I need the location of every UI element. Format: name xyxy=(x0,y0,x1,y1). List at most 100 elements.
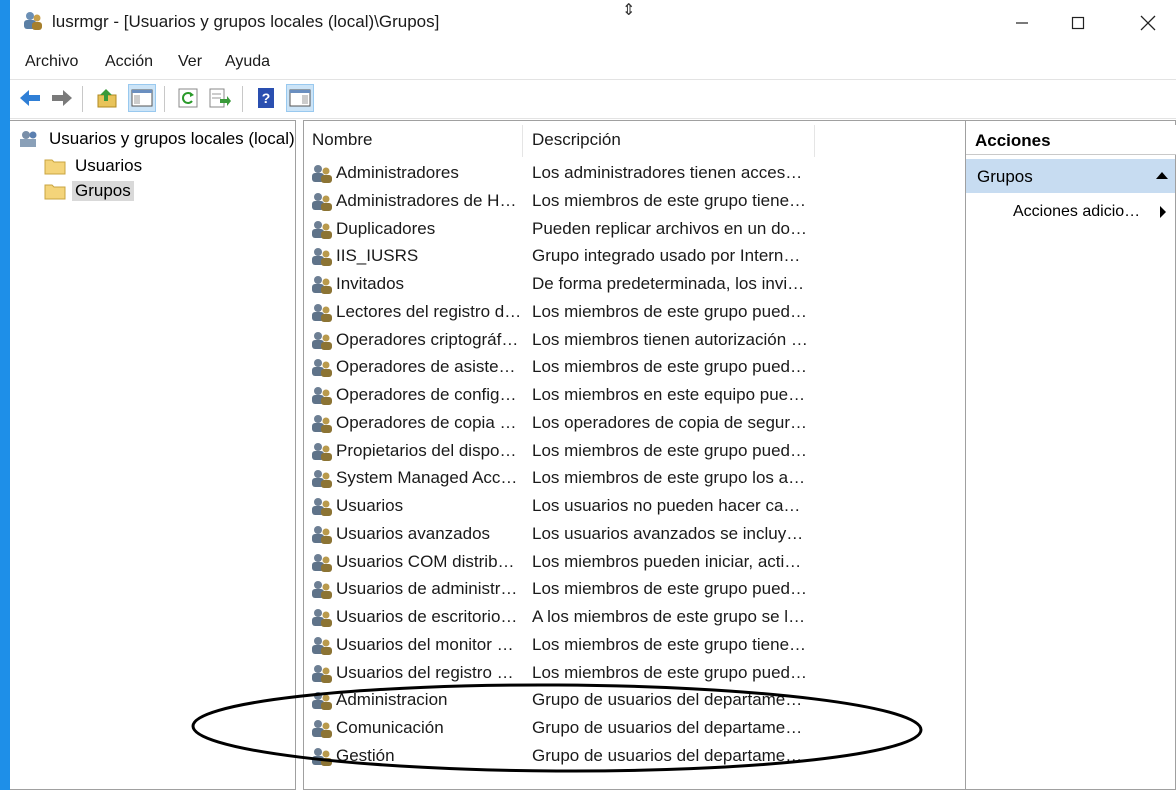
column-header-descripcion[interactable]: Descripción xyxy=(524,125,814,155)
group-row[interactable]: Operadores de copia d… Los operadores de … xyxy=(304,411,964,437)
group-name: IIS_IUSRS xyxy=(336,246,419,266)
group-icon xyxy=(312,525,332,544)
group-icon xyxy=(312,581,332,600)
group-icon xyxy=(312,498,332,516)
group-name: Administracion xyxy=(336,690,448,710)
column-separator[interactable] xyxy=(522,125,523,157)
group-row[interactable]: Administracion Grupo de usuarios del depa… xyxy=(304,688,964,714)
group-row[interactable]: Duplicadores Pueden replicar archivos en … xyxy=(304,217,964,243)
show-hide-tree-button[interactable] xyxy=(128,84,156,112)
maximize-button[interactable] xyxy=(1049,0,1107,46)
group-icon xyxy=(312,248,332,267)
group-row[interactable]: Propietarios del dispos… Los miembros de … xyxy=(304,439,964,465)
title-bar[interactable]: lusrmgr - [Usuarios y grupos locales (lo… xyxy=(10,0,1176,46)
group-name: Operadores de asisten… xyxy=(336,357,522,377)
group-row[interactable]: Usuarios Los usuarios no pueden hacer cam… xyxy=(304,494,964,520)
users-groups-icon xyxy=(20,131,37,147)
folder-icon xyxy=(44,184,66,200)
group-row[interactable]: Invitados De forma predeterminada, los in… xyxy=(304,272,964,298)
group-description: Los miembros tienen autorización … xyxy=(532,329,808,349)
group-name: Usuarios de escritorio … xyxy=(336,607,522,626)
group-row[interactable]: IIS_IUSRS Grupo integrado usado por Inter… xyxy=(304,244,964,270)
group-description: Los operadores de copia de seguri… xyxy=(532,412,808,432)
group-icon xyxy=(312,720,332,738)
submenu-arrow-icon xyxy=(1160,206,1166,218)
toolbar-separator xyxy=(242,86,243,112)
group-row[interactable]: Usuarios COM distribu… Los miembros puede… xyxy=(304,550,964,576)
group-description: Los miembros de este grupo pued… xyxy=(532,357,807,377)
group-description: Los administradores tienen acceso … xyxy=(532,163,808,182)
group-row[interactable]: Usuarios avanzados Los usuarios avanzados… xyxy=(304,522,964,548)
group-description: Los miembros pueden iniciar, activ… xyxy=(532,551,808,571)
group-row[interactable]: Usuarios de escritorio … A los miembros d… xyxy=(304,605,964,631)
toolbar: ? xyxy=(10,79,1176,119)
group-icon xyxy=(312,553,332,572)
group-row[interactable]: Operadores criptográfi… Los miembros tien… xyxy=(304,328,964,354)
minimize-button[interactable] xyxy=(993,0,1051,46)
resize-cursor-icon: ⇕ xyxy=(622,2,636,19)
group-icon xyxy=(312,664,332,683)
group-name: System Managed Acco… xyxy=(336,468,522,488)
column-separator[interactable] xyxy=(814,125,815,157)
group-name: Lectores del registro d… xyxy=(336,301,522,321)
group-name: Duplicadores xyxy=(336,218,436,238)
group-row[interactable]: Comunicación Grupo de usuarios del depart… xyxy=(304,716,964,742)
actions-pane: Acciones Grupos Acciones adicio… xyxy=(965,120,1176,790)
refresh-icon xyxy=(178,88,198,108)
group-row[interactable]: Operadores de config… Los miembros en est… xyxy=(304,383,964,409)
show-hide-action-pane-button[interactable] xyxy=(286,84,314,112)
group-icon xyxy=(312,303,332,322)
svg-text:?: ? xyxy=(262,90,271,106)
group-row[interactable]: Administradores Los administradores tiene… xyxy=(304,161,964,187)
tree-root-local-users-groups[interactable]: Usuarios y grupos locales (local) xyxy=(18,127,298,151)
group-description: Los usuarios no pueden hacer cam… xyxy=(532,496,808,515)
group-description: Los usuarios avanzados se incluye… xyxy=(532,523,808,543)
help-button[interactable]: ? xyxy=(252,84,280,112)
group-icon xyxy=(312,636,332,655)
group-icon xyxy=(312,442,332,461)
menu-accion[interactable]: Acción xyxy=(105,53,153,71)
group-row[interactable]: Operadores de asisten… Los miembros de es… xyxy=(304,355,964,381)
menu-archivo[interactable]: Archivo xyxy=(25,53,78,71)
forward-button[interactable] xyxy=(48,84,76,112)
group-icon xyxy=(312,165,332,183)
menu-ver[interactable]: Ver xyxy=(178,53,202,71)
group-row[interactable]: Usuarios del monitor … Los miembros de es… xyxy=(304,633,964,659)
refresh-button[interactable] xyxy=(174,84,202,112)
group-description: Grupo integrado usado por Intern… xyxy=(532,246,801,266)
group-icon xyxy=(312,331,332,350)
more-actions-item[interactable]: Acciones adicio… xyxy=(1013,203,1140,221)
group-row[interactable]: Administradores de Hy… Los miembros de es… xyxy=(304,189,964,215)
group-icon xyxy=(312,276,332,294)
group-icon xyxy=(312,192,332,211)
group-description: Grupo de usuarios del departame… xyxy=(532,718,803,737)
menu-bar: Archivo Acción Ver Ayuda xyxy=(10,50,1176,76)
group-name: Usuarios de administr… xyxy=(336,579,518,599)
back-button[interactable] xyxy=(16,84,44,112)
group-row[interactable]: Usuarios de administr… Los miembros de es… xyxy=(304,577,964,603)
up-level-button[interactable] xyxy=(94,84,122,112)
actions-section-grupos[interactable]: Grupos xyxy=(966,159,1175,193)
group-row[interactable]: Lectores del registro d… Los miembros de … xyxy=(304,300,964,326)
group-row[interactable]: System Managed Acco… Los miembros de este… xyxy=(304,466,964,492)
tree-node-label: Grupos xyxy=(72,181,134,201)
group-icon xyxy=(312,470,332,489)
toolbar-separator xyxy=(164,86,165,112)
group-name: Administradores xyxy=(336,163,459,182)
desktop-edge xyxy=(0,0,10,790)
group-description: Grupo de usuarios del departame… xyxy=(532,745,803,765)
group-name: Usuarios xyxy=(336,496,404,515)
menu-ayuda[interactable]: Ayuda xyxy=(225,53,270,71)
tree-node-usuarios[interactable]: Usuarios xyxy=(44,154,145,178)
column-header-nombre[interactable]: Nombre xyxy=(304,125,522,155)
group-name: Usuarios COM distribu… xyxy=(336,551,522,571)
show-hide-tree-icon xyxy=(131,89,153,107)
export-list-button[interactable] xyxy=(206,84,234,112)
group-row[interactable]: Gestión Grupo de usuarios del departame… xyxy=(304,744,964,770)
collapse-caret-icon xyxy=(1156,172,1168,179)
group-name: Gestión xyxy=(336,745,395,765)
close-button[interactable] xyxy=(1119,0,1176,46)
tree-node-grupos[interactable]: Grupos xyxy=(44,179,134,203)
group-icon xyxy=(312,220,332,239)
group-row[interactable]: Usuarios del registro d… Los miembros de … xyxy=(304,661,964,687)
